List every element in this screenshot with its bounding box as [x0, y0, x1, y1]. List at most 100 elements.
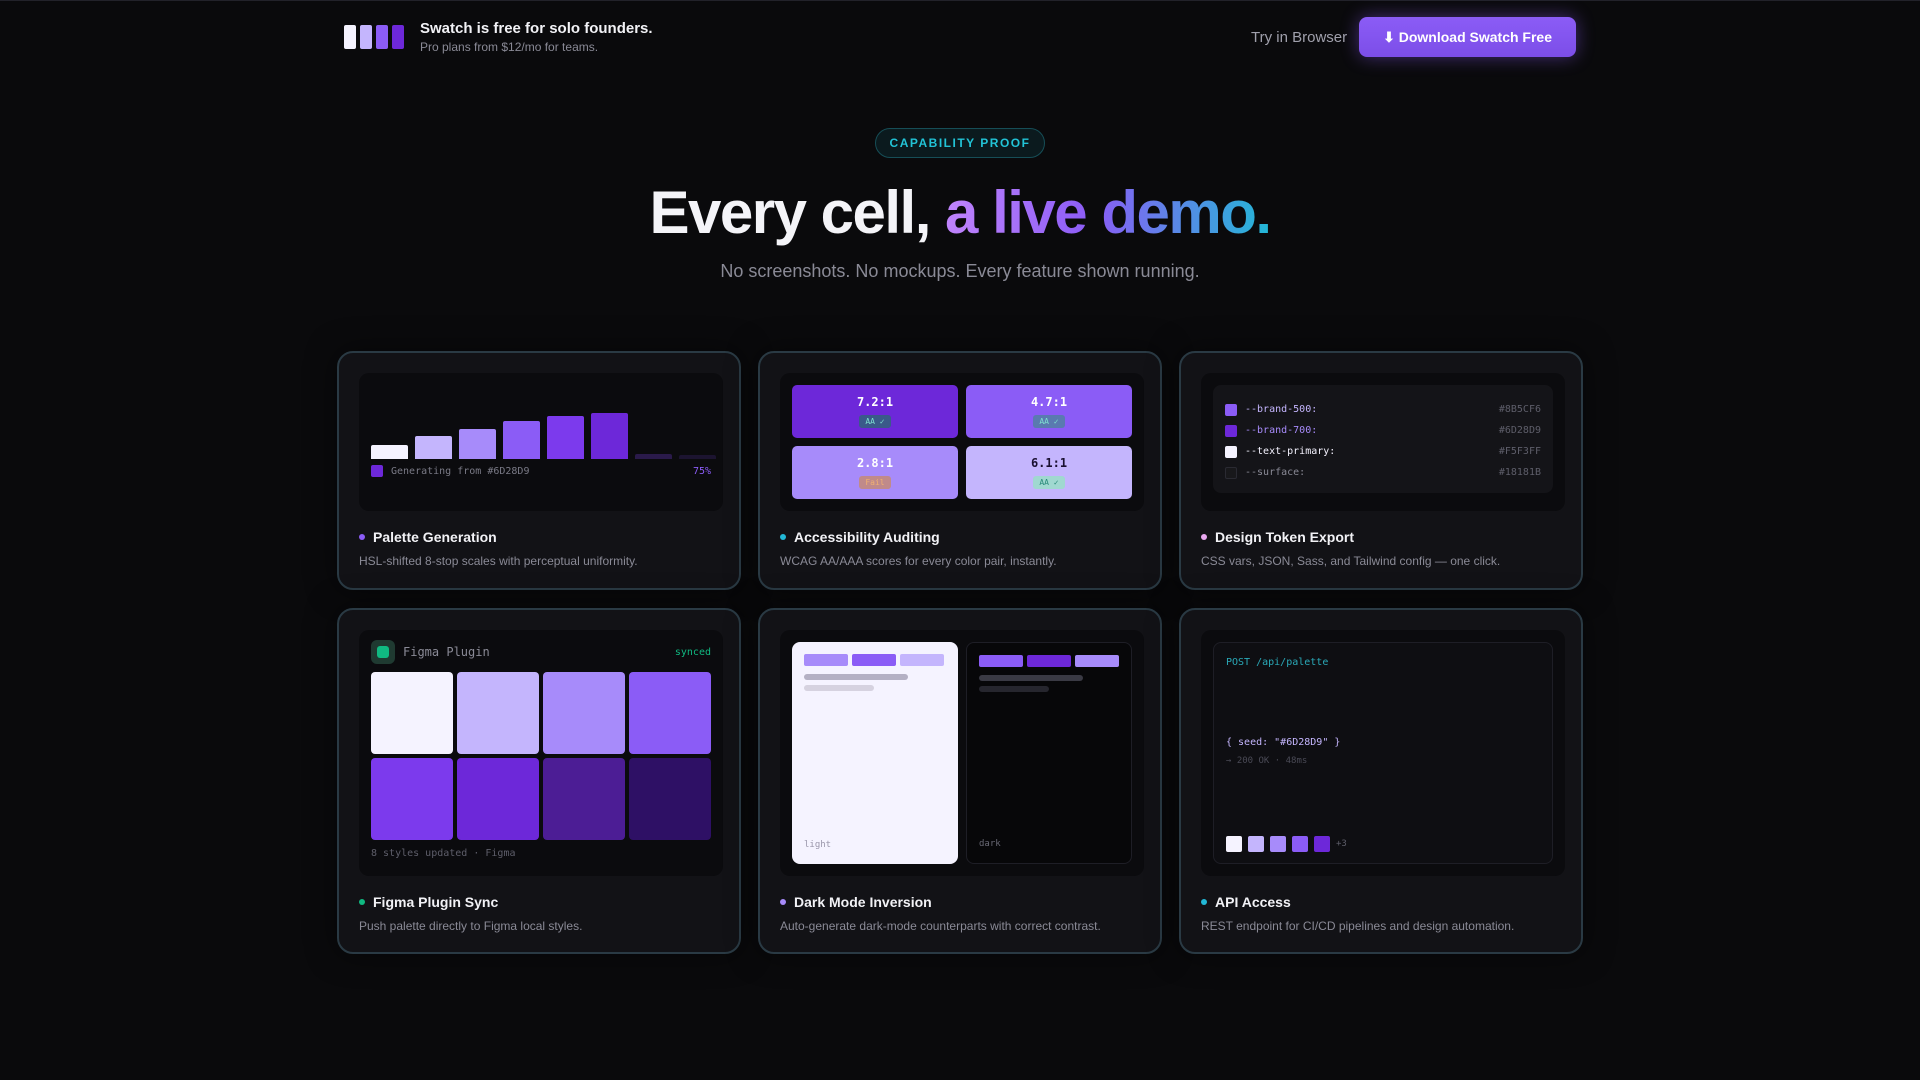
brand-subtitle: Pro plans from $12/mo for teams. [420, 40, 599, 54]
brand-title: Swatch is free for solo founders. [420, 20, 653, 37]
card-title-text: Dark Mode Inversion [794, 894, 932, 910]
contrast-cell: 6.1:1 AA ✓ [966, 446, 1132, 499]
card-description: Push palette directly to Figma local sty… [359, 919, 583, 933]
figma-style-swatch [629, 758, 711, 840]
contrast-ratio: 7.2:1 [856, 395, 894, 409]
token-row: --text-primary: #F5F3FF [1225, 441, 1541, 462]
card-figma-plugin-sync[interactable]: Figma Plugin synced 8 styles updated · F… [337, 608, 741, 954]
figma-style-swatch [457, 672, 539, 754]
figma-style-swatch [543, 758, 625, 840]
palette-bar [415, 436, 452, 459]
contrast-ratio: 2.8:1 [856, 456, 894, 470]
api-request-body: { seed: "#6D28D9" } [1226, 737, 1341, 748]
swatch-logo-icon [344, 25, 404, 49]
hero-title-gradient: a live demo. [945, 179, 1272, 246]
api-response-status: → 200 OK · 48ms [1226, 756, 1308, 766]
card-description: Auto-generate dark-mode counterparts wit… [780, 919, 1101, 933]
figma-plugin-title: Figma Plugin [403, 645, 490, 659]
palette-bar [503, 421, 540, 459]
card-title-text: API Access [1215, 894, 1291, 910]
api-result-swatch [1292, 836, 1308, 852]
token-demo: --brand-500: #8B5CF6 --brand-700: #6D28D9 … [1201, 373, 1565, 511]
card-description: REST endpoint for CI/CD pipelines and de… [1201, 919, 1515, 933]
card-dark-mode-inversion[interactable]: light dark Dark Mode Inversion Auto-gene… [758, 608, 1162, 954]
top-bar: Swatch is free for solo founders. Pro pl… [344, 16, 1576, 58]
card-title-text: Palette Generation [373, 529, 497, 545]
palette-bar [459, 429, 496, 459]
generating-status: Generating from #6D28D9 75% [371, 465, 711, 477]
wcag-badge: AA ✓ [1033, 476, 1065, 489]
contrast-cell: 2.8:1 Fail [792, 446, 958, 499]
light-mode-preview: light [792, 642, 958, 864]
card-title-text: Accessibility Auditing [794, 529, 940, 545]
card-palette-generation[interactable]: Generating from #6D28D9 75% Palette Gene… [337, 351, 741, 590]
hero-subtitle: No screenshots. No mockups. Every featur… [720, 261, 1200, 281]
logo-bar [360, 25, 372, 49]
token-row: --brand-700: #6D28D9 [1225, 420, 1541, 441]
token-name: --text-primary: [1245, 446, 1336, 457]
card-title: Palette Generation [359, 529, 497, 545]
status-dot-icon [780, 534, 786, 540]
status-dot-icon [1201, 534, 1207, 540]
card-title-text: Figma Plugin Sync [373, 894, 499, 910]
token-swatch [1225, 424, 1237, 437]
token-name: --surface: [1245, 467, 1306, 478]
token-hex: #6D28D9 [1498, 425, 1541, 436]
dark-mode-preview: dark [966, 642, 1132, 864]
card-title-text: Design Token Export [1215, 529, 1354, 545]
palette-bar [371, 445, 408, 459]
card-api-access[interactable]: POST /api/palette { seed: "#6D28D9" } → … [1179, 608, 1583, 954]
sync-status: synced [674, 646, 711, 658]
card-title: Figma Plugin Sync [359, 894, 498, 910]
header-actions: Try in Browser ⬇ Download Swatch Free [1251, 17, 1576, 57]
api-result-swatch [1270, 836, 1286, 852]
status-dot-icon [780, 899, 786, 905]
figma-style-swatch [629, 672, 711, 754]
download-button[interactable]: ⬇ Download Swatch Free [1359, 17, 1576, 57]
brand-text: Swatch is free for solo founders. Pro pl… [420, 20, 653, 54]
token-hex: #8B5CF6 [1498, 404, 1541, 415]
token-hex: #18181B [1498, 467, 1541, 478]
palette-bar [547, 416, 584, 459]
status-dot-icon [359, 534, 365, 540]
token-name: --brand-500: [1245, 404, 1318, 415]
token-swatch [1225, 403, 1237, 416]
card-title: Accessibility Auditing [780, 529, 940, 545]
token-list: --brand-500: #8B5CF6 --brand-700: #6D28D9 … [1213, 385, 1553, 493]
card-title: API Access [1201, 894, 1291, 910]
card-description: CSS vars, JSON, Sass, and Tailwind confi… [1201, 554, 1501, 568]
figma-style-swatch [457, 758, 539, 840]
progress-percent: 75% [692, 465, 711, 477]
figma-style-swatch [371, 758, 453, 840]
dark-pills [979, 655, 1119, 667]
api-console: POST /api/palette { seed: "#6D28D9" } → … [1213, 642, 1553, 864]
card-description: HSL-shifted 8-stop scales with perceptua… [359, 554, 638, 568]
light-pills [804, 654, 944, 666]
hero-title: Every cell, a live demo. [0, 178, 1920, 247]
logo-bar [392, 25, 404, 49]
figma-swatch-grid [371, 672, 711, 840]
api-result-swatch [1248, 836, 1264, 852]
contrast-demo: 7.2:1 AA ✓ 4.7:1 AA ✓ 2.8:1 Fail 6.1:1 AA ✓ [780, 373, 1144, 511]
api-result-swatch [1314, 836, 1330, 852]
token-hex: #F5F3FF [1498, 446, 1541, 457]
api-result-swatch [1226, 836, 1242, 852]
card-design-token-export[interactable]: --brand-500: #8B5CF6 --brand-700: #6D28D9 … [1179, 351, 1583, 590]
wcag-badge: Fail [859, 476, 891, 489]
more-swatches-count: +3 [1336, 839, 1347, 849]
contrast-grid: 7.2:1 AA ✓ 4.7:1 AA ✓ 2.8:1 Fail 6.1:1 AA ✓ [792, 385, 1132, 499]
card-title: Dark Mode Inversion [780, 894, 932, 910]
brand: Swatch is free for solo founders. Pro pl… [344, 20, 653, 54]
card-accessibility-auditing[interactable]: 7.2:1 AA ✓ 4.7:1 AA ✓ 2.8:1 Fail 6.1:1 AA ✓ … [758, 351, 1162, 590]
wcag-badge: AA ✓ [859, 415, 891, 428]
status-dot-icon [1201, 899, 1207, 905]
palette-demo: Generating from #6D28D9 75% [359, 373, 723, 511]
contrast-cell: 4.7:1 AA ✓ [966, 385, 1132, 438]
dark-label: dark [979, 839, 1001, 849]
figma-plugin-icon [371, 640, 395, 664]
try-in-browser-link[interactable]: Try in Browser [1251, 29, 1347, 46]
light-label: light [804, 840, 832, 850]
logo-bar [344, 25, 356, 49]
figma-footer: 8 styles updated · Figma [371, 848, 516, 859]
token-swatch [1225, 445, 1237, 458]
